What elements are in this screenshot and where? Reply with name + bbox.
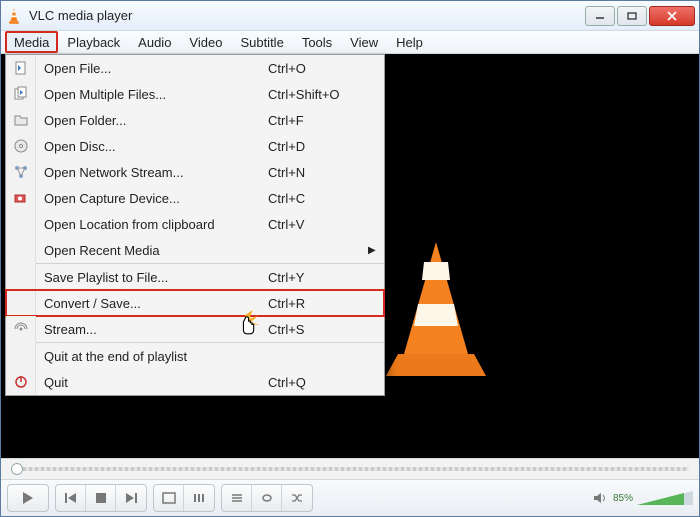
play-button-group [7,484,49,512]
menu-label: Open Capture Device... [36,191,268,206]
menu-label: Stream... [36,322,268,337]
seek-track[interactable] [11,467,689,471]
menu-shortcut: Ctrl+S [268,322,368,337]
fullscreen-button[interactable] [154,485,184,511]
menu-shortcut: Ctrl+Shift+O [268,87,368,102]
menu-stream[interactable]: Stream... Ctrl+S [6,316,384,342]
menu-quit-end-playlist[interactable]: Quit at the end of playlist [6,343,384,369]
skip-forward-icon [124,492,138,504]
play-icon [21,491,35,505]
menu-open-recent-media[interactable]: Open Recent Media ▶ [6,237,384,263]
window-buttons [585,6,695,26]
menu-label: Open File... [36,61,268,76]
menu-open-folder[interactable]: Open Folder... Ctrl+F [6,107,384,133]
minimize-button[interactable] [585,6,615,26]
disc-icon [13,138,29,154]
extended-settings-button[interactable] [184,485,214,511]
menu-audio[interactable]: Audio [129,31,180,53]
equalizer-icon [192,492,206,504]
file-icon [13,60,29,76]
volume-slider[interactable] [637,489,693,507]
playlist-button[interactable] [222,485,252,511]
fullscreen-icon [162,492,176,504]
menu-shortcut: Ctrl+Q [268,375,368,390]
vlc-cone-logo [376,234,496,384]
menu-video[interactable]: Video [180,31,231,53]
quit-icon [13,374,29,390]
menu-view[interactable]: View [341,31,387,53]
menubar: Media Playback Audio Video Subtitle Tool… [1,31,699,54]
skip-back-icon [64,492,78,504]
app-window: VLC media player Media Playback Audio Vi… [0,0,700,517]
menu-subtitle[interactable]: Subtitle [231,31,292,53]
menu-open-network-stream[interactable]: Open Network Stream... Ctrl+N [6,159,384,185]
play-button[interactable] [8,485,48,511]
playlist-icon [230,492,244,504]
volume-control[interactable]: 85% [593,489,693,507]
menu-tools[interactable]: Tools [293,31,341,53]
menu-shortcut: Ctrl+R [268,296,368,311]
previous-button[interactable] [56,485,86,511]
maximize-button[interactable] [617,6,647,26]
stop-button[interactable] [86,485,116,511]
menu-shortcut: Ctrl+Y [268,270,368,285]
next-button[interactable] [116,485,146,511]
menu-label: Open Location from clipboard [36,217,268,232]
menu-open-disc[interactable]: Open Disc... Ctrl+D [6,133,384,159]
menu-shortcut: Ctrl+N [268,165,368,180]
menu-shortcut: Ctrl+D [268,139,368,154]
menu-label: Open Network Stream... [36,165,268,180]
vlc-cone-icon [5,7,23,25]
content-area: Open File... Ctrl+O Open Multiple Files.… [1,54,699,458]
media-dropdown: Open File... Ctrl+O Open Multiple Files.… [5,54,385,396]
menu-open-location-clipboard[interactable]: Open Location from clipboard Ctrl+V [6,211,384,237]
loop-icon [260,492,274,504]
menu-media[interactable]: Media [5,31,58,53]
close-button[interactable] [649,6,695,26]
network-icon [13,164,29,180]
submenu-arrow-icon: ▶ [368,245,384,256]
menu-convert-save[interactable]: Convert / Save... Ctrl+R [6,290,384,316]
menu-playback[interactable]: Playback [58,31,129,53]
loop-button[interactable] [252,485,282,511]
menu-quit[interactable]: Quit Ctrl+Q [6,369,384,395]
files-icon [13,86,29,102]
volume-percent: 85% [613,493,633,504]
capture-icon [13,190,29,206]
speaker-icon [593,491,609,505]
seek-bar[interactable] [1,458,699,480]
menu-open-file[interactable]: Open File... Ctrl+O [6,55,384,81]
menu-label: Quit at the end of playlist [36,349,268,364]
menu-shortcut: Ctrl+V [268,217,368,232]
menu-shortcut: Ctrl+O [268,61,368,76]
stream-icon [13,321,29,337]
control-bar: 85% [1,480,699,516]
stop-icon [95,492,107,504]
menu-label: Save Playlist to File... [36,270,268,285]
menu-label: Open Folder... [36,113,268,128]
menu-label: Open Recent Media [36,243,268,258]
menu-help[interactable]: Help [387,31,432,53]
menu-label: Open Multiple Files... [36,87,268,102]
menu-shortcut: Ctrl+F [268,113,368,128]
menu-label: Open Disc... [36,139,268,154]
window-title: VLC media player [29,8,585,23]
menu-open-multiple-files[interactable]: Open Multiple Files... Ctrl+Shift+O [6,81,384,107]
menu-shortcut: Ctrl+C [268,191,368,206]
menu-label: Convert / Save... [36,296,268,311]
seek-knob[interactable] [11,463,23,475]
menu-save-playlist[interactable]: Save Playlist to File... Ctrl+Y [6,264,384,290]
menu-open-capture-device[interactable]: Open Capture Device... Ctrl+C [6,185,384,211]
shuffle-icon [290,492,304,504]
shuffle-button[interactable] [282,485,312,511]
titlebar: VLC media player [1,1,699,31]
menu-label: Quit [36,375,268,390]
folder-icon [13,112,29,128]
